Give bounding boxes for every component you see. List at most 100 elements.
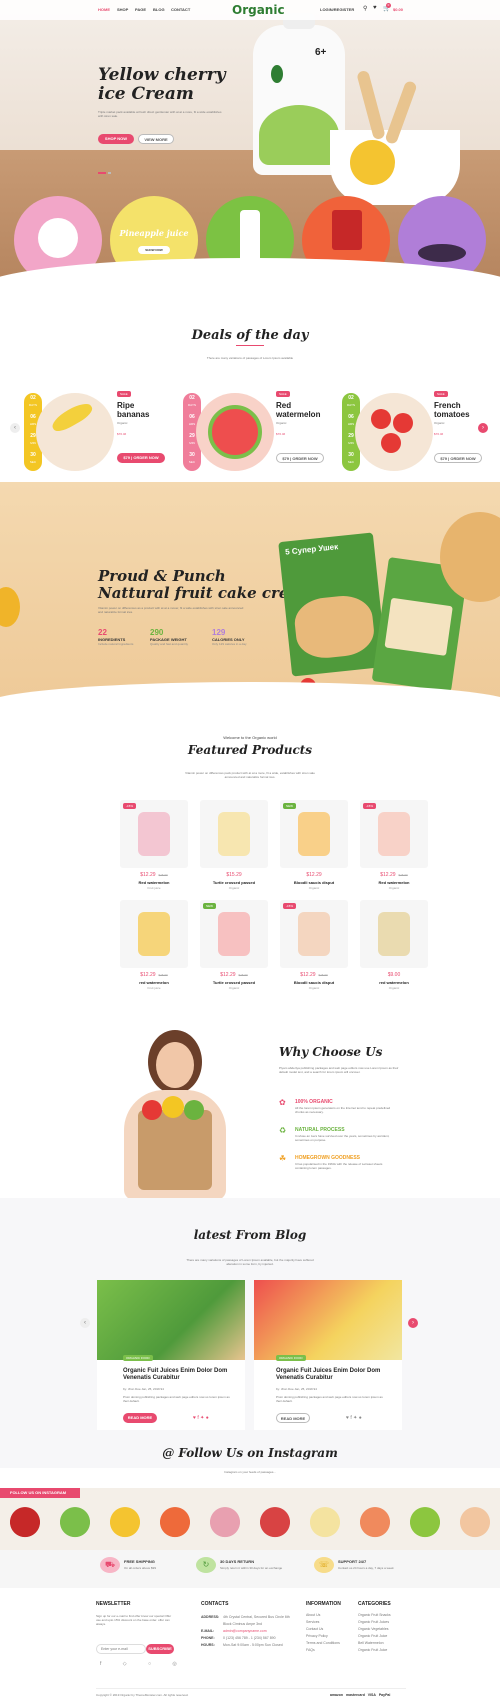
instagram-photo[interactable]: [100, 1488, 150, 1550]
product-card[interactable]: [360, 900, 428, 968]
blog-post-title[interactable]: Organic Fuit Juices Enim Dolor Dom Venena…: [123, 1368, 243, 1382]
order-now-button[interactable]: $79 | ORDER NOW: [434, 453, 482, 463]
footer-info-link[interactable]: FAQs: [306, 1647, 340, 1654]
product-card[interactable]: -15%: [360, 800, 428, 868]
social-icons[interactable]: f ◇ ○ ◎: [100, 1661, 187, 1667]
blog-image[interactable]: [254, 1280, 402, 1360]
view-more-button[interactable]: VIEW MORE: [138, 134, 174, 144]
blog-card[interactable]: ORGANIC FOOD Organic Fuit Juices Enim Do…: [97, 1280, 245, 1430]
heart-icon[interactable]: ♥: [373, 5, 377, 11]
instagram-photo[interactable]: [300, 1488, 350, 1550]
product-name[interactable]: red watermelon: [360, 980, 428, 985]
product-card[interactable]: -15%: [120, 800, 188, 868]
blog-post-title[interactable]: Organic Fuit Juices Enim Dolor Dom Venena…: [276, 1368, 396, 1382]
blog-image[interactable]: [97, 1280, 245, 1360]
contact-value[interactable]: admin@companyname.com: [223, 1628, 267, 1635]
product-card[interactable]: -15%: [280, 900, 348, 968]
newsletter-email-input[interactable]: [96, 1644, 146, 1654]
deal-name[interactable]: Ripe bananas: [117, 401, 149, 419]
shop-now-button[interactable]: SHOP NOW: [98, 134, 134, 144]
instagram-photo[interactable]: [450, 1488, 500, 1550]
current-price: $12.29: [306, 872, 322, 878]
product-card[interactable]: NEW: [280, 800, 348, 868]
instagram-photo[interactable]: [400, 1488, 450, 1550]
product-price: $15.29: [200, 872, 268, 878]
footer-category-link[interactable]: Organic Fruit Juices: [358, 1619, 391, 1626]
footer-category-link[interactable]: Organic Fruit Juice: [358, 1647, 391, 1654]
instagram-photo[interactable]: [150, 1488, 200, 1550]
deal-name[interactable]: Red watermelon: [276, 401, 320, 419]
product-name[interactable]: Turtle crossed passed: [200, 880, 268, 885]
order-now-button[interactable]: $79 | ORDER NOW: [117, 453, 165, 463]
blog-meta: by: Jhon Doe Jan, 25, 2019 94: [276, 1387, 317, 1391]
product-name[interactable]: red watermelon: [120, 980, 188, 985]
instagram-photo[interactable]: [250, 1488, 300, 1550]
footer-info-link[interactable]: About Us: [306, 1612, 340, 1619]
slider-dot-active[interactable]: [98, 172, 106, 174]
read-more-button[interactable]: READ MORE: [276, 1413, 310, 1423]
instagram-photo[interactable]: [200, 1488, 250, 1550]
product-image[interactable]: [218, 912, 250, 956]
order-now-button[interactable]: $79 | ORDER NOW: [276, 453, 324, 463]
footer-info-link[interactable]: Contact Us: [306, 1626, 340, 1633]
nav-contact[interactable]: CONTACT: [171, 7, 190, 12]
footer-category-link[interactable]: Organic Vegetables: [358, 1626, 391, 1633]
site-logo[interactable]: Organic: [232, 3, 285, 17]
blog-tag[interactable]: ORGANIC FOOD: [276, 1355, 306, 1361]
footer-info-link[interactable]: Services: [306, 1619, 340, 1626]
product-image[interactable]: [298, 812, 330, 856]
share-icons[interactable]: ♥ f ✦ ●: [193, 1415, 209, 1421]
footer-info-link[interactable]: Terms and Conditions: [306, 1640, 340, 1647]
slider-dot[interactable]: [108, 172, 111, 174]
show-now-button[interactable]: SHOW NOW: [138, 246, 170, 254]
instagram-photo[interactable]: [350, 1488, 400, 1550]
product-category: Organic: [228, 986, 240, 990]
product-name[interactable]: Red watermelon: [120, 880, 188, 885]
product-card[interactable]: [200, 800, 268, 868]
old-price: $15.00: [398, 873, 408, 877]
product-name[interactable]: Bloodli saucis disput: [280, 880, 348, 885]
tomato-product-image[interactable]: [355, 393, 433, 471]
subscribe-button[interactable]: SUBSCRIBE: [146, 1644, 174, 1654]
product-card[interactable]: NEW: [200, 900, 268, 968]
nav-page[interactable]: PAGE: [135, 7, 146, 12]
blog-excerpt: Proin doming publishing packages and web…: [123, 1395, 230, 1403]
product-image[interactable]: [378, 912, 410, 956]
footer-info-link[interactable]: Privacy Policy: [306, 1633, 340, 1640]
nav-home[interactable]: HOME: [98, 7, 110, 12]
service-title: FREE SHIPPING: [124, 1559, 155, 1564]
product-name[interactable]: Turtle crossed passed: [200, 980, 268, 985]
read-more-button[interactable]: READ MORE: [123, 1413, 157, 1423]
watermelon-product-image[interactable]: [196, 393, 274, 471]
blog-prev-arrow[interactable]: ‹: [80, 1318, 90, 1328]
feature-title: 100% ORGANIC: [295, 1099, 333, 1105]
nav-shop[interactable]: SHOP: [117, 7, 128, 12]
footer-category-link[interactable]: Bell Watermelon: [358, 1640, 391, 1647]
product-name[interactable]: Red watermelon: [360, 880, 428, 885]
login-register-link[interactable]: LOGIN/REGISTER: [320, 7, 354, 12]
product-image[interactable]: [218, 812, 250, 856]
search-icon[interactable]: ⚲: [363, 5, 367, 12]
product-image[interactable]: [378, 812, 410, 856]
product-image[interactable]: [138, 912, 170, 956]
contact-value: Mon-Sat 9:00am - 5:00pm Sun Closed: [223, 1643, 283, 1647]
deal-name[interactable]: French tomatoes: [434, 401, 470, 419]
instagram-banner[interactable]: FOLLOW US ON INSTAGRAM: [0, 1488, 80, 1498]
product-image[interactable]: [138, 812, 170, 856]
product-name[interactable]: Bloodli saucis disput: [280, 980, 348, 985]
product-card[interactable]: [120, 900, 188, 968]
footer-category-link[interactable]: Organic Fruit Juice: [358, 1633, 391, 1640]
product-badge: NEW: [203, 903, 216, 909]
nav-blog[interactable]: BLOG: [153, 7, 165, 12]
blog-tag[interactable]: ORGANIC FOOD: [123, 1355, 153, 1361]
blog-card[interactable]: ORGANIC FOOD Organic Fuit Juices Enim Do…: [254, 1280, 402, 1430]
banana-product-image[interactable]: [36, 393, 114, 471]
blog-next-arrow[interactable]: ›: [408, 1318, 418, 1328]
product-price: $12.29 $15.00: [360, 872, 428, 878]
share-icons[interactable]: ♥ f ✦ ●: [346, 1415, 362, 1421]
product-image[interactable]: [298, 912, 330, 956]
deals-prev-arrow[interactable]: ‹: [10, 423, 20, 433]
footer-category-link[interactable]: Organic Fruit Snacks: [358, 1612, 391, 1619]
truck-icon: ⛟: [100, 1557, 120, 1573]
deals-next-arrow[interactable]: ›: [478, 423, 488, 433]
